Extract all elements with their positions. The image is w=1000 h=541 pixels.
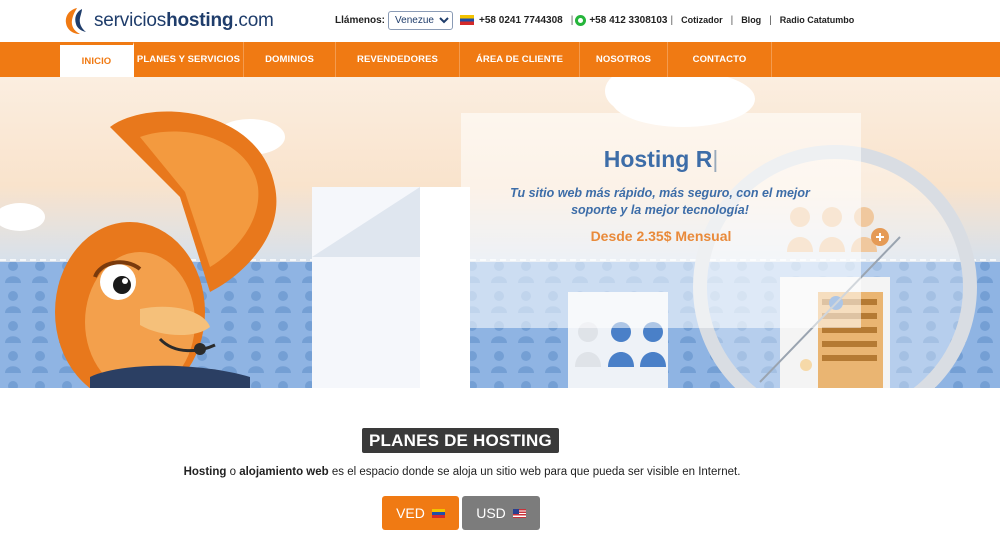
link-radio-catatumbo[interactable]: Radio Catatumbo bbox=[780, 15, 855, 25]
link-blog[interactable]: Blog bbox=[741, 15, 761, 25]
whatsapp-icon bbox=[575, 14, 587, 26]
hero-banner: Hosting R| Tu sitio web más rápido, más … bbox=[0, 77, 1000, 388]
logo-icon bbox=[62, 6, 92, 36]
plans-description: Hosting o alojamiento web es el espacio … bbox=[183, 466, 741, 478]
logo-wordmark: servicioshosting.com bbox=[94, 10, 274, 31]
nav-inicio[interactable]: INICIO bbox=[60, 42, 134, 77]
link-cotizador[interactable]: Cotizador bbox=[681, 15, 723, 25]
contact-bar: Llámenos: Venezuela +58 0241 7744308 | +… bbox=[335, 10, 854, 30]
usa-flag-icon bbox=[512, 508, 526, 518]
top-header: servicioshosting.com Llámenos: Venezuela… bbox=[0, 0, 1000, 42]
separator: | bbox=[670, 14, 674, 26]
plans-heading: PLANES DE HOSTING bbox=[362, 428, 559, 453]
country-select[interactable]: Venezuela bbox=[388, 10, 454, 30]
venezuela-flag-icon bbox=[460, 15, 475, 25]
separator: | bbox=[730, 14, 734, 26]
separator: | bbox=[570, 14, 574, 26]
typing-cursor: | bbox=[712, 146, 719, 172]
nav-nosotros[interactable]: NOSOTROS bbox=[580, 42, 668, 77]
phone-number-1[interactable]: +58 0241 7744308 bbox=[479, 15, 563, 26]
separator: | bbox=[769, 14, 772, 26]
nav-dominios[interactable]: DOMINIOS bbox=[244, 42, 336, 77]
currency-ved-button[interactable]: VED bbox=[382, 496, 459, 530]
nav-planes-y-servicios[interactable]: PLANES Y SERVICIOS bbox=[134, 42, 244, 77]
venezuela-flag-icon bbox=[431, 508, 445, 518]
currency-usd-button[interactable]: USD bbox=[462, 496, 540, 530]
call-us-label: Llámenos: bbox=[335, 14, 386, 26]
site-logo[interactable]: servicioshosting.com bbox=[62, 5, 274, 37]
hero-title: Hosting R| bbox=[603, 146, 719, 172]
phone-number-2[interactable]: +58 412 3308103 bbox=[589, 15, 667, 26]
currency-ved-label: VED bbox=[396, 505, 425, 521]
main-nav: INICIO PLANES Y SERVICIOS DOMINIOS REVEN… bbox=[0, 42, 1000, 77]
currency-usd-label: USD bbox=[476, 505, 506, 521]
nav-contacto[interactable]: CONTACTO bbox=[668, 42, 772, 77]
hero-subtitle: Tu sitio web más rápido, más seguro, con… bbox=[510, 186, 810, 217]
hero-price: Desde 2.35$ Mensual bbox=[590, 228, 732, 244]
nav-area-de-cliente[interactable]: ÁREA DE CLIENTE bbox=[460, 42, 580, 77]
nav-revendedores[interactable]: REVENDEDORES bbox=[336, 42, 460, 77]
